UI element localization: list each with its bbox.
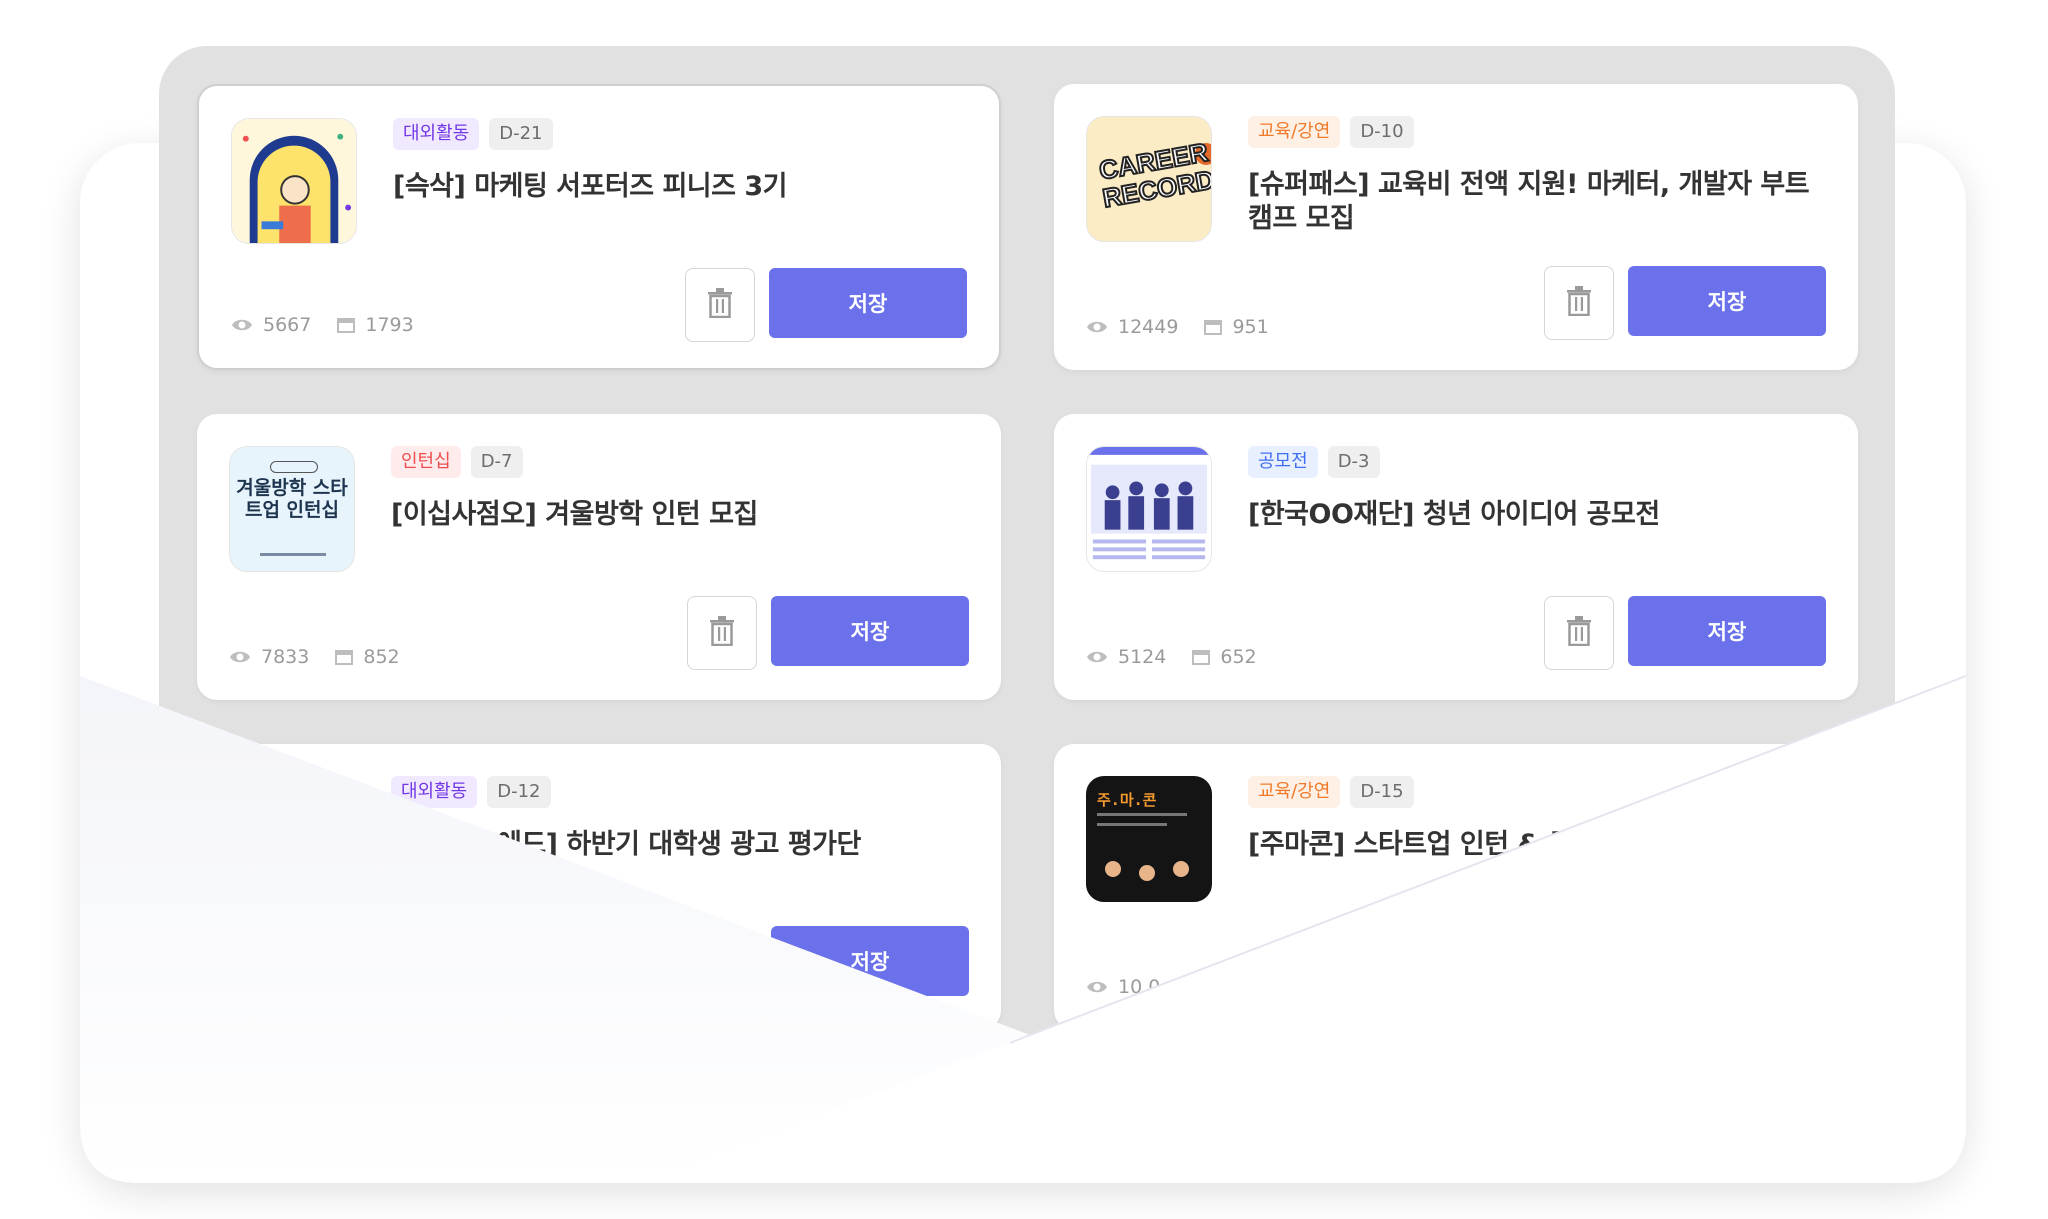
envelope-front [80, 675, 1967, 1183]
